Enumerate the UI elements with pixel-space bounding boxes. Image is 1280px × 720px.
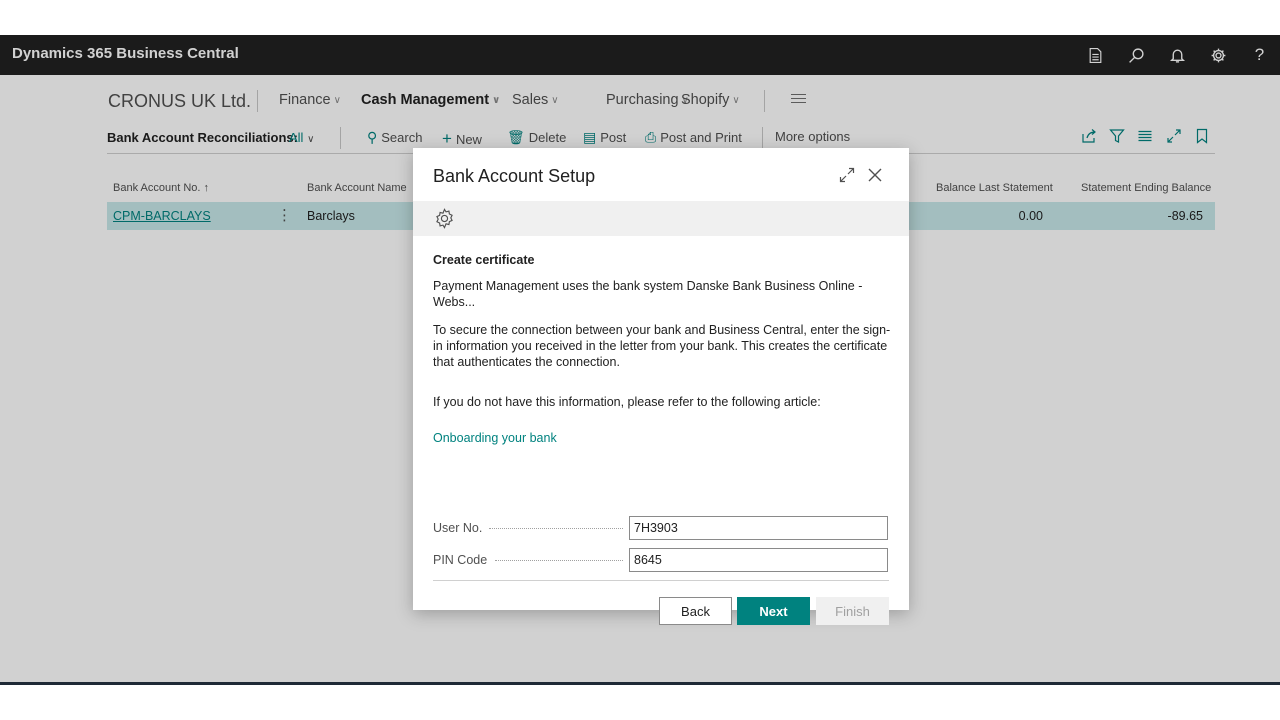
dialog-title: Bank Account Setup xyxy=(433,166,596,186)
field-leader xyxy=(495,560,623,561)
gear-icon xyxy=(436,208,453,229)
expand-icon[interactable] xyxy=(839,167,855,183)
finish-button[interactable]: Finish xyxy=(816,597,889,625)
close-icon[interactable] xyxy=(867,167,883,183)
footer-divider xyxy=(433,580,889,581)
intro-text: Payment Management uses the bank system … xyxy=(433,279,863,309)
bottom-border xyxy=(0,682,1280,685)
app-window: Dynamics 365 Business Central ? CRONUS U… xyxy=(0,35,1280,685)
bank-account-setup-dialog: Bank Account Setup Create certificate Pa… xyxy=(413,148,909,625)
pin-code-input[interactable] xyxy=(629,548,888,572)
section-heading: Create certificate xyxy=(433,253,535,267)
dialog-banner xyxy=(413,201,909,236)
onboarding-link[interactable]: Onboarding your bank xyxy=(433,431,557,445)
next-button[interactable]: Next xyxy=(737,597,810,625)
back-button[interactable]: Back xyxy=(659,597,732,625)
user-no-input[interactable] xyxy=(629,516,888,540)
field-leader xyxy=(489,528,623,529)
pin-code-label: PIN Code xyxy=(433,553,488,567)
instructions-text: To secure the connection between your ba… xyxy=(433,323,891,369)
article-hint-text: If you do not have this information, ple… xyxy=(433,395,821,409)
user-no-label: User No. xyxy=(433,521,483,535)
